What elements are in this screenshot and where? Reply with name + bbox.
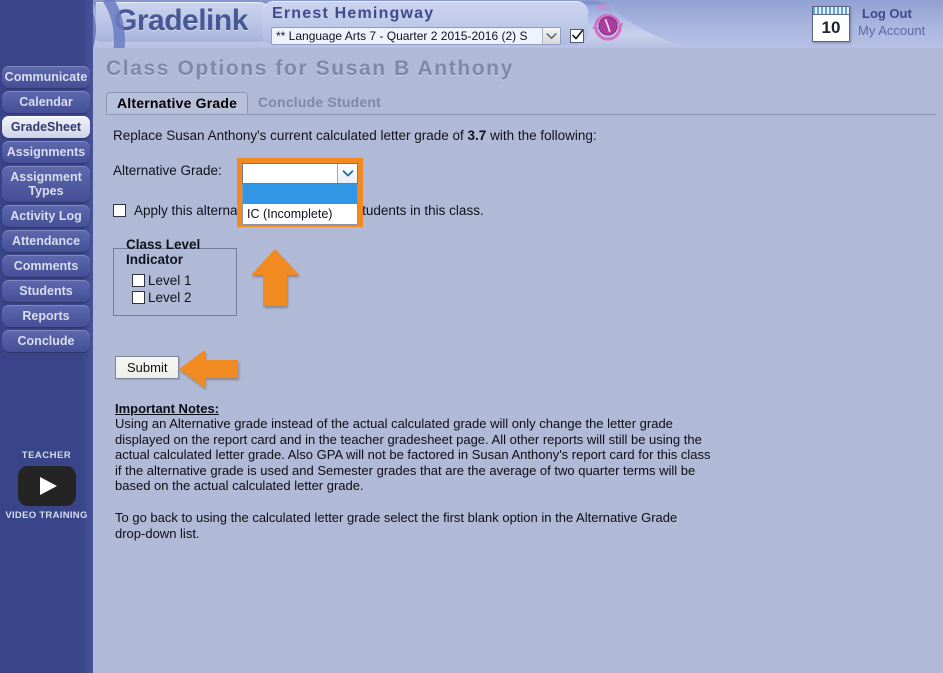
replace-prefix: Replace Susan Anthony's current calculat…: [113, 128, 468, 143]
sidebar-item-assignment-types[interactable]: Assignment Types: [2, 166, 90, 202]
alternative-grade-select[interactable]: [242, 163, 358, 184]
level-2-checkbox[interactable]: [132, 291, 145, 304]
calendar-icon[interactable]: 10: [812, 6, 850, 42]
sidebar-item-conclude[interactable]: Conclude: [2, 330, 90, 352]
sidebar-item-label: Attendance: [11, 234, 81, 248]
class-select[interactable]: ** Language Arts 7 - Quarter 2 2015-2016…: [271, 27, 561, 45]
sidebar-item-label: Activity Log: [10, 209, 82, 223]
logout-link[interactable]: Log Out: [862, 6, 912, 21]
calendar-icon-binding: [813, 7, 849, 15]
class-select-value: ** Language Arts 7 - Quarter 2 2015-2016…: [276, 29, 528, 43]
annotation-arrow-left: [178, 348, 240, 395]
tab-bar: Alternative Grade Conclude Student: [106, 92, 936, 115]
class-filter-checkbox[interactable]: [570, 29, 584, 43]
level-1-checkbox[interactable]: [132, 274, 145, 287]
important-notes-body-2: To go back to using the calculated lette…: [115, 510, 678, 541]
sidebar-item-reports[interactable]: Reports: [2, 305, 90, 327]
sidebar: Communicate Calendar GradeSheet Assignments…: [0, 0, 93, 673]
my-account-link[interactable]: My Account: [858, 23, 925, 38]
sidebar-item-activity-log[interactable]: Activity Log: [2, 205, 90, 227]
brand-name: Gradelink: [114, 4, 248, 37]
current-grade-value: 3.7: [467, 128, 487, 143]
important-notes-body: Using an Alternative grade instead of th…: [115, 416, 711, 494]
tab-conclude-student[interactable]: Conclude Student: [248, 92, 391, 114]
level-1-label: Level 1: [148, 273, 192, 288]
alternative-grade-label: Alternative Grade:: [113, 163, 222, 178]
tab-alternative-grade[interactable]: Alternative Grade: [106, 92, 249, 114]
sidebar-item-label: Calendar: [19, 95, 73, 109]
all-refresh-clock-icon[interactable]: [591, 9, 625, 43]
chevron-down-icon[interactable]: [542, 28, 560, 44]
annotation-arrow-up: [248, 248, 302, 313]
class-level-row-2: Level 2: [132, 290, 230, 305]
page-title: Class Options for Susan B Anthony: [106, 57, 514, 80]
app-window: Gradelink Ernest Hemingway ** Language A…: [0, 0, 943, 673]
sidebar-item-attendance[interactable]: Attendance: [2, 230, 90, 252]
class-level-row-1: Level 1: [132, 273, 230, 288]
video-training-title: TEACHER: [21, 450, 72, 461]
class-level-indicator-title: Class Level Indicator: [126, 237, 201, 267]
video-training-subtitle: VIDEO TRAINING: [5, 510, 88, 521]
sidebar-item-gradesheet[interactable]: GradeSheet: [2, 116, 90, 138]
sidebar-item-label: Conclude: [17, 334, 75, 348]
sidebar-item-comments[interactable]: Comments: [2, 255, 90, 277]
video-training-widget[interactable]: TEACHER VIDEO TRAINING: [0, 450, 93, 521]
sidebar-item-communicate[interactable]: Communicate: [2, 66, 90, 88]
play-triangle-icon: [39, 477, 57, 495]
level-2-label: Level 2: [148, 290, 192, 305]
alternative-grade-option-list[interactable]: IC (Incomplete): [242, 184, 358, 225]
calendar-day: 10: [821, 18, 841, 37]
important-notes-title: Important Notes:: [115, 401, 219, 416]
sidebar-item-label: Students: [19, 284, 73, 298]
replace-suffix: with the following:: [486, 128, 597, 143]
sidebar-item-label: Reports: [22, 309, 70, 323]
alternative-grade-option-blank[interactable]: [243, 184, 357, 204]
teacher-name: Ernest Hemingway: [272, 5, 435, 22]
replace-grade-sentence: Replace Susan Anthony's current calculat…: [113, 128, 597, 143]
sidebar-item-label: Comments: [13, 259, 79, 273]
alternative-grade-option-ic[interactable]: IC (Incomplete): [243, 204, 357, 224]
sidebar-item-label: Assignment Types: [10, 170, 82, 198]
sidebar-item-label: GradeSheet: [10, 120, 82, 134]
apply-to-all-checkbox[interactable]: [113, 204, 126, 217]
sidebar-item-calendar[interactable]: Calendar: [2, 91, 90, 113]
chevron-down-icon[interactable]: [337, 164, 357, 183]
submit-button[interactable]: Submit: [115, 356, 180, 379]
sidebar-item-label: Communicate: [4, 70, 88, 84]
sidebar-nav: Communicate Calendar GradeSheet Assignments…: [0, 66, 93, 355]
play-icon[interactable]: [17, 466, 76, 506]
sidebar-item-assignments[interactable]: Assignments: [2, 141, 90, 163]
class-level-indicator-group: Class Level Indicator Level 1 Level 2: [113, 237, 237, 316]
sidebar-item-label: Assignments: [6, 145, 86, 159]
alternative-grade-selected-value: [243, 164, 337, 183]
sidebar-item-students[interactable]: Students: [2, 280, 90, 302]
